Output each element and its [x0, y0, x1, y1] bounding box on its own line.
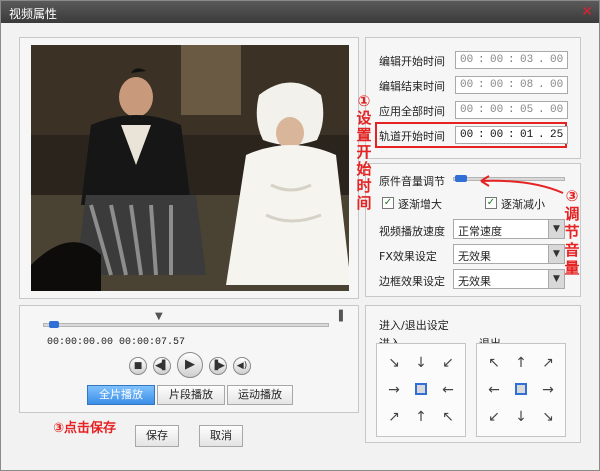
- arrow-up-right-icon[interactable]: ↗: [385, 408, 403, 426]
- previous-frame-icon[interactable]: ◀▌: [153, 357, 171, 375]
- cancel-button[interactable]: 取消: [199, 425, 243, 447]
- close-icon[interactable]: ✕: [581, 4, 593, 20]
- transition-title: 进入/退出设定: [379, 319, 449, 332]
- arrow-up-icon[interactable]: ↑: [412, 408, 430, 426]
- segment-play-button[interactable]: 片段播放: [157, 385, 225, 405]
- arrow-left-icon[interactable]: ←: [485, 381, 503, 399]
- fx-select[interactable]: 无效果 ▼: [453, 244, 565, 264]
- arrow-up-left-icon[interactable]: ↖: [485, 354, 503, 372]
- enter-direction-grid: ↘ ↓ ↙ → ← ↗ ↑ ↖: [376, 343, 466, 437]
- play-icon[interactable]: ▶: [177, 352, 203, 378]
- arrow-right-icon[interactable]: →: [385, 381, 403, 399]
- window-title: 视频属性: [9, 7, 58, 21]
- volume-icon[interactable]: ◀): [233, 357, 251, 375]
- arrow-right-icon[interactable]: →: [539, 381, 557, 399]
- preview-image: [31, 45, 349, 291]
- volume-label: 原件音量调节: [379, 175, 445, 188]
- arrow-down-left-icon[interactable]: ↙: [485, 408, 503, 426]
- apply-all-label: 应用全部时间: [379, 105, 445, 118]
- chevron-down-icon[interactable]: ▼: [548, 270, 564, 288]
- stop-icon[interactable]: ■: [129, 357, 147, 375]
- arrow-down-left-icon[interactable]: ↙: [439, 354, 457, 372]
- arrow-up-icon[interactable]: ↑: [512, 354, 530, 372]
- chevron-down-icon[interactable]: ▼: [548, 245, 564, 263]
- marker-start-icon[interactable]: ▼: [155, 311, 163, 322]
- arrow-up-left-icon[interactable]: ↖: [439, 408, 457, 426]
- apply-all-time-input[interactable]: 00: 00: 05. 00: [455, 101, 568, 119]
- full-play-button[interactable]: 全片播放: [87, 385, 155, 405]
- annotation-click-save: ③点击保存: [53, 421, 117, 436]
- track-start-label: 轨道开始时间: [379, 130, 445, 143]
- center-selected-icon[interactable]: [512, 381, 530, 399]
- arrow-down-right-icon[interactable]: ↘: [385, 354, 403, 372]
- edit-start-label: 编辑开始时间: [379, 55, 445, 68]
- annotation-set-start-time: ①设置开始时间: [356, 92, 372, 212]
- arrow-down-right-icon[interactable]: ↘: [539, 408, 557, 426]
- border-label: 边框效果设定: [379, 275, 445, 288]
- border-select[interactable]: 无效果 ▼: [453, 269, 565, 289]
- chevron-down-icon[interactable]: ▼: [548, 220, 564, 238]
- timeline-slider[interactable]: [43, 323, 329, 327]
- video-properties-dialog: 视频属性 ✕ ▼ ▌ 00:00:00.00 00:00:07.57 ■ ◀▌ …: [0, 0, 600, 471]
- exit-direction-grid: ↖ ↑ ↗ ← → ↙ ↓ ↘: [476, 343, 566, 437]
- annotation-arrow-icon: [480, 175, 564, 194]
- total-time: 00:00:07.57: [119, 337, 186, 348]
- arrow-down-icon[interactable]: ↓: [512, 408, 530, 426]
- fx-label: FX效果设定: [379, 250, 437, 263]
- edit-end-label: 编辑结束时间: [379, 80, 445, 93]
- fade-in-label: 逐渐增大: [398, 198, 442, 211]
- arrow-left-icon[interactable]: ←: [439, 381, 457, 399]
- timeline-thumb[interactable]: [48, 321, 59, 328]
- video-preview: [31, 45, 349, 291]
- track-start-time-input[interactable]: 00: 00: 01. 25: [455, 126, 568, 144]
- motion-play-button[interactable]: 运动播放: [227, 385, 293, 405]
- arrow-up-right-icon[interactable]: ↗: [539, 354, 557, 372]
- current-time: 00:00:00.00: [47, 337, 114, 348]
- annotation-adjust-volume: ③调节音量: [564, 187, 580, 277]
- volume-thumb[interactable]: [455, 175, 467, 182]
- marker-end-icon[interactable]: ▌: [339, 311, 347, 322]
- title-bar: 视频属性 ✕: [1, 1, 599, 23]
- center-selected-icon[interactable]: [412, 381, 430, 399]
- edit-start-time-input[interactable]: 00: 00: 03. 00: [455, 51, 568, 69]
- fade-in-checkbox[interactable]: ✓: [382, 197, 394, 209]
- speed-select[interactable]: 正常速度 ▼: [453, 219, 565, 239]
- edit-end-time-input[interactable]: 00: 00: 08. 00: [455, 76, 568, 94]
- speed-label: 视频播放速度: [379, 225, 445, 238]
- save-button[interactable]: 保存: [135, 425, 179, 447]
- next-frame-icon[interactable]: ▐▶: [209, 357, 227, 375]
- arrow-down-icon[interactable]: ↓: [412, 354, 430, 372]
